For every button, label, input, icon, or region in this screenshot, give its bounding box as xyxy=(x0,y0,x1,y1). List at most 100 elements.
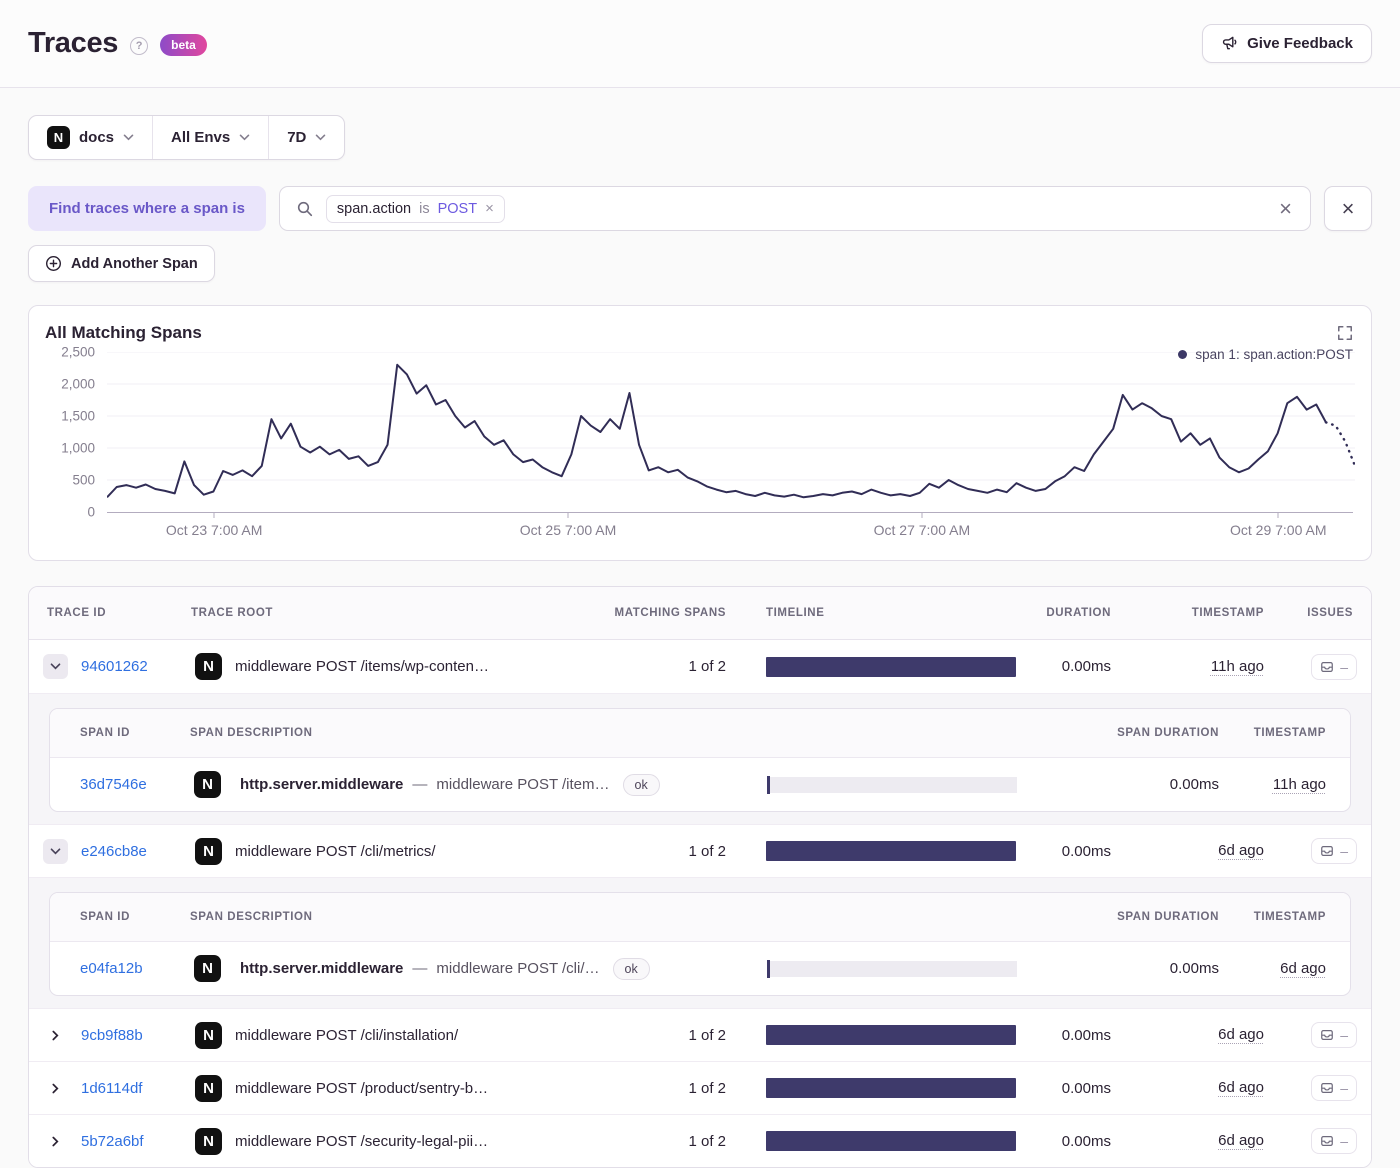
expand-row-chevron[interactable] xyxy=(43,1023,68,1048)
matching-spans-count: 1 of 2 xyxy=(688,658,726,675)
nextjs-icon: N xyxy=(194,955,221,982)
x-tick-mark xyxy=(921,513,923,518)
trace-root: middleware POST /cli/metrics/ xyxy=(235,842,436,860)
column-header-span-description: Span Description xyxy=(190,727,313,739)
expanded-spans-panel: Span ID Span Description Span Duration T… xyxy=(29,693,1371,824)
collapse-row-chevron[interactable] xyxy=(42,838,68,864)
matching-spans-count: 1 of 2 xyxy=(688,1026,726,1044)
column-header-issues: Issues xyxy=(1307,607,1353,619)
trace-id-link[interactable]: 94601262 xyxy=(81,658,191,675)
inbox-icon xyxy=(1320,844,1334,858)
issues-badge[interactable]: – xyxy=(1311,653,1357,680)
table-row: e246cb8e N middleware POST /cli/metrics/… xyxy=(29,824,1371,877)
clear-search-button[interactable]: × xyxy=(1277,197,1294,220)
table-row: 94601262 N middleware POST /items/wp-con… xyxy=(29,640,1371,693)
span-table-header-row: Span ID Span Description Span Duration T… xyxy=(50,893,1350,942)
legend-dot-icon xyxy=(1178,350,1188,359)
nextjs-icon: N xyxy=(195,837,222,865)
search-filter-token[interactable]: span.action is POST × xyxy=(325,194,505,223)
table-row: 5b72a6bf N middleware POST /security-leg… xyxy=(29,1114,1371,1167)
chart-plot-area: span 1: span.action:POST xyxy=(107,347,1355,512)
chart-legend: span 1: span.action:POST xyxy=(1178,347,1353,362)
issues-badge[interactable]: – xyxy=(1311,1075,1357,1101)
table-row: 1d6114df N middleware POST /product/sent… xyxy=(29,1061,1371,1114)
inbox-icon xyxy=(1320,660,1334,674)
chevron-down-icon xyxy=(239,134,250,141)
beta-badge: beta xyxy=(160,34,207,56)
trace-id-link[interactable]: 5b72a6bf xyxy=(81,1133,191,1150)
matching-spans-count: 1 of 2 xyxy=(688,1132,726,1150)
span-duration-value: 0.00ms xyxy=(1169,960,1219,977)
span-timeline-bar xyxy=(767,775,1017,794)
timeline-bar xyxy=(766,656,1016,677)
trace-root: middleware POST /product/sentry-b… xyxy=(235,1079,489,1097)
span-search-row: Find traces where a span is span.action … xyxy=(28,186,1372,231)
x-tick-label: Oct 29 7:00 AM xyxy=(1229,522,1327,538)
expand-row-chevron[interactable] xyxy=(43,1076,68,1101)
column-header-span-timestamp: Timestamp xyxy=(1253,911,1326,923)
timestamp-value: 6d ago xyxy=(1218,1079,1264,1096)
megaphone-icon xyxy=(1221,35,1238,52)
timestamp-value: 6d ago xyxy=(1218,1026,1264,1043)
nextjs-icon: N xyxy=(195,653,222,680)
nextjs-icon: N xyxy=(194,771,221,798)
column-header-timestamp: Timestamp xyxy=(1191,607,1264,619)
span-search-input[interactable]: span.action is POST × × xyxy=(278,186,1311,231)
duration-value: 0.00ms xyxy=(1061,1132,1111,1150)
y-tick-label: 0 xyxy=(87,504,95,520)
y-tick-label: 2,000 xyxy=(61,376,95,392)
page-header: Traces ? beta Give Feedback xyxy=(0,0,1400,88)
span-description: middleware POST /item… xyxy=(436,776,610,793)
x-tick-label: Oct 27 7:00 AM xyxy=(873,522,971,538)
date-range-dropdown[interactable]: 7D xyxy=(268,116,344,159)
search-icon xyxy=(296,200,314,218)
traces-table: Trace ID Trace Root Matching Spans Timel… xyxy=(28,586,1372,1168)
trace-id-link[interactable]: e246cb8e xyxy=(81,843,191,860)
span-timestamp-value: 6d ago xyxy=(1280,959,1326,977)
span-id-link[interactable]: e04fa12b xyxy=(80,960,143,977)
column-header-span-id: Span ID xyxy=(80,727,130,739)
help-icon[interactable]: ? xyxy=(130,36,149,55)
expand-row-chevron[interactable] xyxy=(43,1129,68,1154)
environment-filter-dropdown[interactable]: All Envs xyxy=(152,116,268,159)
chart-title: All Matching Spans xyxy=(45,323,202,342)
table-row: 9cb9f88b N middleware POST /cli/installa… xyxy=(29,1008,1371,1061)
expanded-spans-panel: Span ID Span Description Span Duration T… xyxy=(29,877,1371,1008)
issues-badge[interactable]: – xyxy=(1311,838,1357,864)
trace-root: middleware POST /cli/installation/ xyxy=(235,1026,459,1044)
span-duration-value: 0.00ms xyxy=(1169,776,1219,793)
timeline-bar xyxy=(766,1078,1016,1098)
span-description: middleware POST /cli/… xyxy=(436,960,600,977)
column-header-timeline: Timeline xyxy=(766,607,825,619)
matching-spans-count: 1 of 2 xyxy=(688,842,726,860)
add-another-span-button[interactable]: Add Another Span xyxy=(28,245,215,282)
give-feedback-button[interactable]: Give Feedback xyxy=(1202,24,1372,63)
matching-spans-chart-card: All Matching Spans 0 500 1,000 1,500 2,000 2,… xyxy=(28,305,1372,561)
span-operation: http.server.middleware xyxy=(240,960,404,977)
y-tick-label: 1,000 xyxy=(61,440,95,456)
span-id-link[interactable]: 36d7546e xyxy=(80,776,147,793)
trace-id-link[interactable]: 1d6114df xyxy=(81,1080,191,1097)
project-filter-dropdown[interactable]: N docs xyxy=(29,116,152,159)
chart-y-axis: 0 500 1,000 1,500 2,000 2,500 xyxy=(45,345,107,520)
expand-chart-icon[interactable] xyxy=(1335,323,1355,343)
nextjs-icon: N xyxy=(195,1074,222,1102)
trace-id-link[interactable]: 9cb9f88b xyxy=(81,1027,191,1044)
column-header-matching-spans: Matching Spans xyxy=(614,607,726,619)
x-tick-mark xyxy=(567,513,569,518)
y-tick-label: 1,500 xyxy=(61,408,95,424)
duration-value: 0.00ms xyxy=(1061,1079,1111,1097)
chart-x-axis: Oct 23 7:00 AM Oct 25 7:00 AM Oct 27 7:00 … xyxy=(107,512,1353,548)
collapse-row-chevron[interactable] xyxy=(42,654,68,679)
issues-badge[interactable]: – xyxy=(1311,1128,1357,1154)
remove-token-icon[interactable]: × xyxy=(485,201,494,216)
chevron-down-icon xyxy=(315,134,326,141)
chevron-down-icon xyxy=(123,134,134,141)
span-row: e04fa12b N http.server.middleware — midd… xyxy=(50,942,1350,995)
table-header-row: Trace ID Trace Root Matching Spans Timel… xyxy=(29,587,1371,640)
find-traces-label: Find traces where a span is xyxy=(28,186,266,231)
remove-span-filter-button[interactable]: × xyxy=(1324,186,1372,231)
duration-value: 0.00ms xyxy=(1061,842,1111,860)
issues-badge[interactable]: – xyxy=(1311,1022,1357,1048)
nextjs-icon: N xyxy=(195,1021,222,1049)
